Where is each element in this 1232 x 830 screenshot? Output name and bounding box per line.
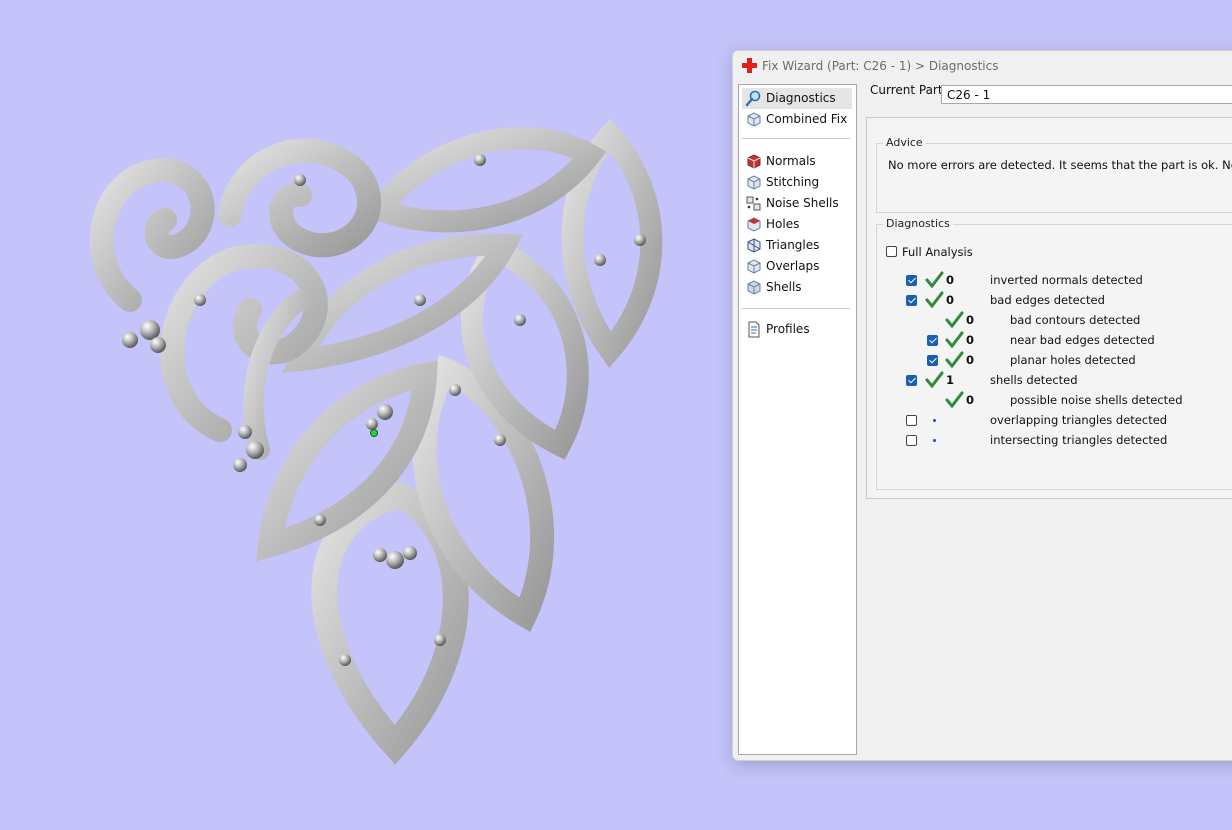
window-title: Fix Wizard (Part: C26 - 1) > Diagnostics (762, 59, 999, 73)
inverted-normals-label: inverted normals detected (990, 273, 1143, 287)
green-check-icon (925, 271, 944, 289)
full-analysis-checkbox[interactable] (886, 246, 897, 257)
planar-holes-checkbox[interactable] (927, 355, 938, 366)
advice-title: Advice (883, 136, 926, 149)
nav-label: Diagnostics (766, 91, 836, 105)
bad-edges-count: 0 (946, 293, 955, 307)
pending-dot-icon (933, 419, 936, 422)
stitching-cube-icon (747, 175, 761, 190)
bad-edges-label: bad edges detected (990, 293, 1105, 307)
nav-item-stitching[interactable]: Stitching (742, 172, 852, 193)
green-check-icon (945, 331, 964, 349)
inverted-normals-checkbox[interactable] (906, 275, 917, 286)
inverted-normals-count: 0 (946, 273, 955, 287)
nav-item-profiles[interactable]: Profiles (742, 319, 852, 340)
pending-dot-icon (933, 439, 936, 442)
nav-separator (742, 138, 850, 139)
nav-label: Overlaps (766, 259, 820, 273)
bad-contours-label: bad contours detected (1010, 313, 1141, 327)
normals-cube-icon (747, 154, 761, 169)
title-bar[interactable]: Fix Wizard (Part: C26 - 1) > Diagnostics (733, 51, 1232, 81)
bad-contours-count: 0 (966, 313, 975, 327)
nav-label: Combined Fix (766, 112, 848, 126)
full-analysis-label: Full Analysis (902, 245, 973, 259)
intersecting-triangles-checkbox[interactable] (906, 435, 917, 446)
red-cross-icon (742, 58, 757, 73)
green-check-icon (945, 351, 964, 369)
green-check-icon (945, 391, 964, 409)
current-part-label: Current Part: (870, 83, 947, 97)
nav-item-shells[interactable]: Shells (742, 277, 852, 298)
shells-checkbox[interactable] (906, 375, 917, 386)
green-check-icon (925, 371, 944, 389)
triangles-cube-icon (747, 238, 761, 253)
planar-holes-count: 0 (966, 353, 975, 367)
nav-label: Profiles (766, 322, 810, 336)
nav-item-combined-fix[interactable]: Combined Fix (742, 109, 852, 130)
fix-wizard-nav: Diagnostics Combined Fix Normals Stitchi… (738, 84, 857, 755)
diagnostics-group: Diagnostics Full Analysis 0 inverted nor… (876, 217, 1232, 490)
nav-label: Noise Shells (766, 196, 839, 210)
bad-edges-checkbox[interactable] (906, 295, 917, 306)
nav-item-holes[interactable]: Holes (742, 214, 852, 235)
holes-cube-icon (747, 217, 761, 232)
nav-label: Stitching (766, 175, 820, 189)
advice-group: Advice No more errors are detected. It s… (876, 136, 1232, 213)
nav-item-normals[interactable]: Normals (742, 151, 852, 172)
near-bad-edges-label: near bad edges detected (1010, 333, 1155, 347)
nav-label: Holes (766, 217, 800, 231)
document-icon (748, 321, 760, 338)
planar-holes-label: planar holes detected (1010, 353, 1136, 367)
nav-label: Triangles (766, 238, 820, 252)
nav-item-triangles[interactable]: Triangles (742, 235, 852, 256)
nav-item-overlaps[interactable]: Overlaps (742, 256, 852, 277)
nav-label: Shells (766, 280, 802, 294)
nav-label: Normals (766, 154, 816, 168)
noise-shells-label: possible noise shells detected (1010, 393, 1183, 407)
intersecting-triangles-label: intersecting triangles detected (990, 433, 1168, 447)
diagnostics-title: Diagnostics (883, 217, 953, 230)
jewelry-part-model[interactable] (0, 0, 730, 830)
noise-shells-icon (746, 196, 761, 211)
diagnostics-panel: Advice No more errors are detected. It s… (866, 117, 1232, 499)
fix-wizard-dialog: Fix Wizard (Part: C26 - 1) > Diagnostics… (732, 50, 1232, 761)
overlapping-triangles-label: overlapping triangles detected (990, 413, 1168, 427)
overlaps-cube-icon (747, 259, 761, 274)
shells-cube-icon (747, 280, 761, 295)
near-bad-edges-count: 0 (966, 333, 975, 347)
cube-icon (747, 112, 761, 127)
green-check-icon (925, 291, 944, 309)
shells-count: 1 (946, 373, 955, 387)
shells-label: shells detected (990, 373, 1078, 387)
green-check-icon (945, 311, 964, 329)
3d-viewport[interactable] (0, 0, 730, 830)
nav-item-diagnostics[interactable]: Diagnostics (742, 88, 852, 109)
nav-item-noise-shells[interactable]: Noise Shells (742, 193, 852, 214)
overlapping-triangles-checkbox[interactable] (906, 415, 917, 426)
near-bad-edges-checkbox[interactable] (927, 335, 938, 346)
magnifier-icon (745, 90, 761, 107)
current-part-field[interactable]: C26 - 1 (941, 85, 1232, 104)
advice-text: No more errors are detected. It seems th… (888, 158, 1232, 172)
nav-separator (742, 308, 850, 309)
noise-shells-count: 0 (966, 393, 975, 407)
